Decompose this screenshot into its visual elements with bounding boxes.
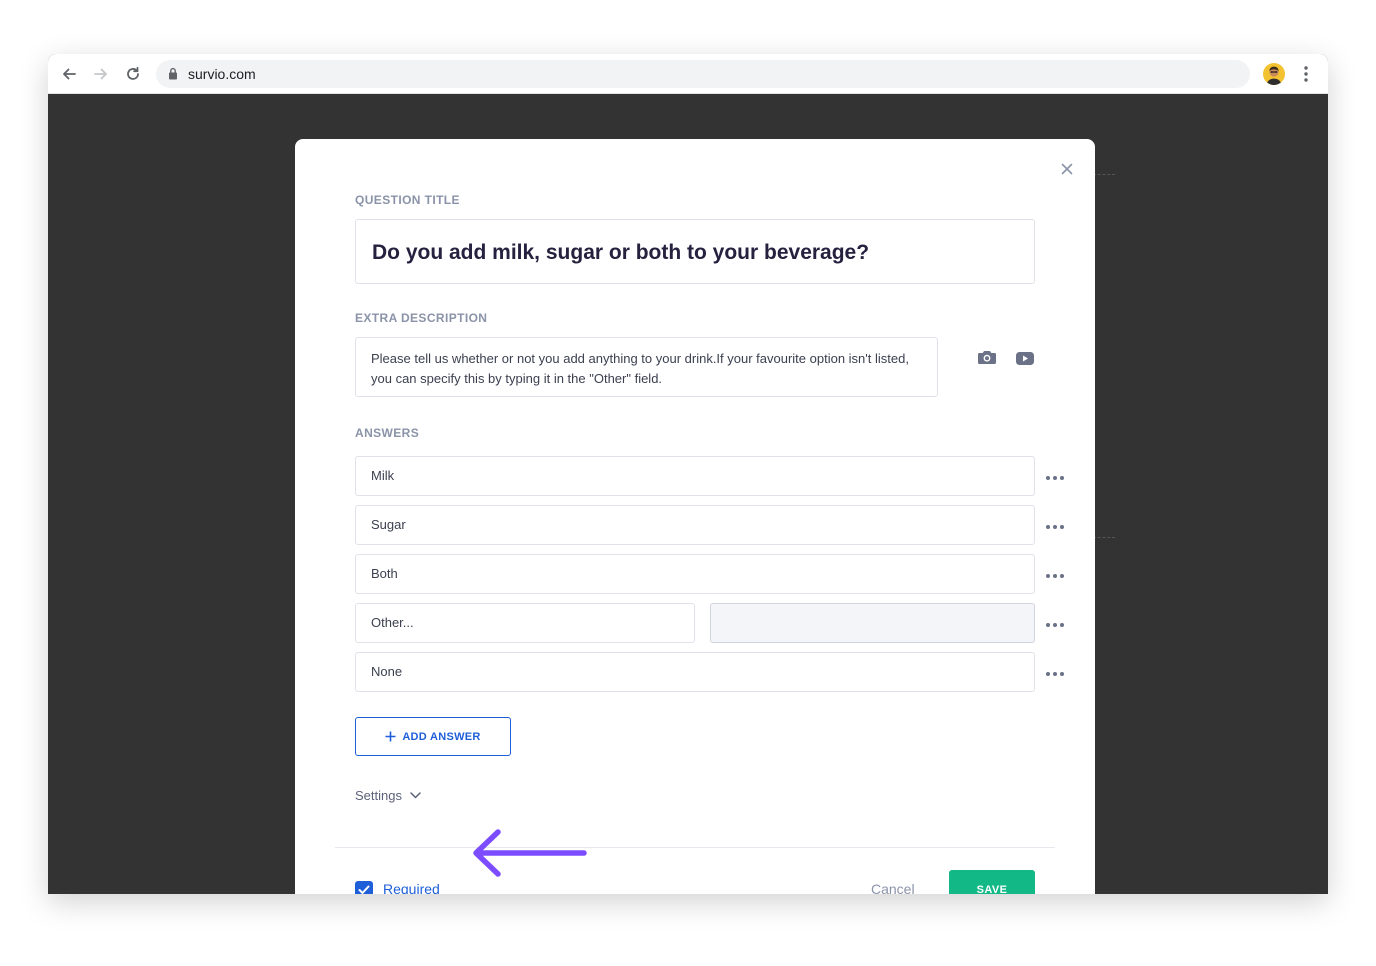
required-label[interactable]: Required [383, 881, 440, 894]
add-answer-label: ADD ANSWER [402, 730, 481, 743]
browser-window: survio.com QUESTION TITLE Do you add mil… [48, 54, 1328, 894]
add-answer-button[interactable]: ADD ANSWER [355, 717, 511, 756]
more-vert-icon[interactable] [1298, 64, 1314, 84]
url-text: survio.com [188, 66, 256, 82]
settings-label: Settings [355, 788, 402, 803]
answer-input[interactable]: Other... [355, 603, 695, 643]
answer-input[interactable]: Sugar [355, 505, 1035, 545]
video-icon[interactable] [1014, 347, 1036, 369]
question-title-text: Do you add milk, sugar or both to your b… [372, 241, 870, 264]
back-icon[interactable] [59, 64, 79, 84]
question-editor-modal: QUESTION TITLE Do you add milk, sugar or… [295, 139, 1095, 894]
more-horiz-icon[interactable] [1046, 670, 1064, 678]
chevron-down-icon [410, 792, 421, 799]
more-horiz-icon[interactable] [1046, 474, 1064, 482]
save-button[interactable]: SAVE [949, 870, 1035, 894]
answer-input[interactable]: None [355, 652, 1035, 692]
close-icon[interactable] [1059, 161, 1075, 177]
required-checkbox[interactable] [355, 881, 373, 894]
cancel-button[interactable]: Cancel [871, 881, 915, 894]
question-title-input[interactable]: Do you add milk, sugar or both to your b… [355, 219, 1035, 284]
check-icon [358, 885, 370, 894]
answer-input[interactable]: Milk [355, 456, 1035, 496]
settings-toggle[interactable]: Settings [355, 788, 421, 803]
page-overlay: QUESTION TITLE Do you add milk, sugar or… [48, 94, 1328, 894]
browser-toolbar: survio.com [48, 54, 1328, 94]
reload-icon[interactable] [123, 64, 143, 84]
extra-description-label: EXTRA DESCRIPTION [355, 311, 488, 325]
question-title-label: QUESTION TITLE [355, 193, 460, 207]
extra-description-input[interactable]: Please tell us whether or not you add an… [355, 337, 938, 397]
answer-input[interactable]: Both [355, 554, 1035, 594]
arrow-left-icon [473, 829, 587, 877]
forward-icon[interactable] [91, 64, 111, 84]
avatar[interactable] [1263, 63, 1285, 85]
lock-icon [169, 67, 177, 80]
more-horiz-icon[interactable] [1046, 572, 1064, 580]
camera-icon[interactable] [976, 346, 998, 368]
address-bar[interactable]: survio.com [156, 60, 1250, 88]
footer-divider [335, 847, 1055, 848]
background-divider [1093, 537, 1115, 538]
more-horiz-icon[interactable] [1046, 621, 1064, 629]
background-divider [1093, 174, 1115, 175]
answers-label: ANSWERS [355, 426, 420, 440]
plus-icon [385, 731, 396, 742]
other-text-field[interactable] [710, 603, 1035, 643]
more-horiz-icon[interactable] [1046, 523, 1064, 531]
